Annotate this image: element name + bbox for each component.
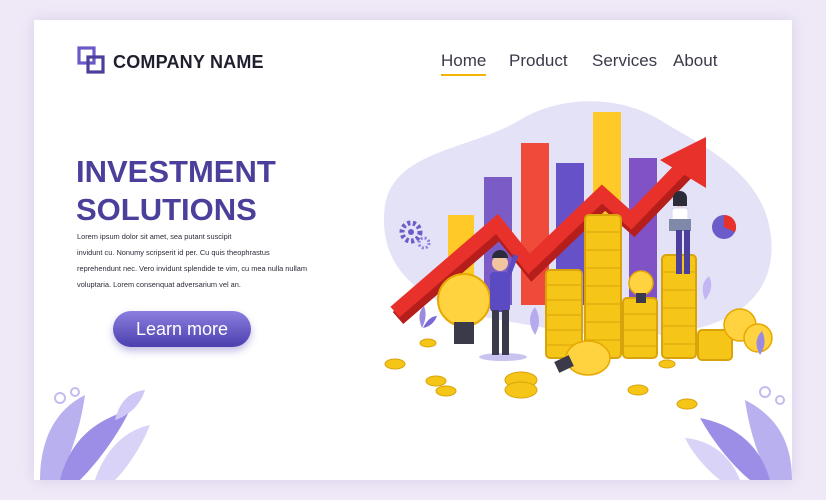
coin: [676, 398, 698, 410]
coin: [419, 338, 437, 348]
lightbulb-icon: [437, 273, 491, 344]
foliage-decoration-left: [40, 387, 150, 480]
coin: [627, 384, 649, 396]
coin-stack: [622, 297, 658, 359]
pie-chart-icon: [712, 214, 737, 239]
coin: [425, 375, 447, 387]
coin: [384, 358, 406, 370]
coin: [658, 359, 676, 369]
investment-illustration: [40, 101, 792, 480]
coin: [435, 385, 457, 397]
foliage-decoration-right: [685, 386, 792, 480]
coin: [504, 381, 538, 399]
bar: [521, 143, 549, 305]
